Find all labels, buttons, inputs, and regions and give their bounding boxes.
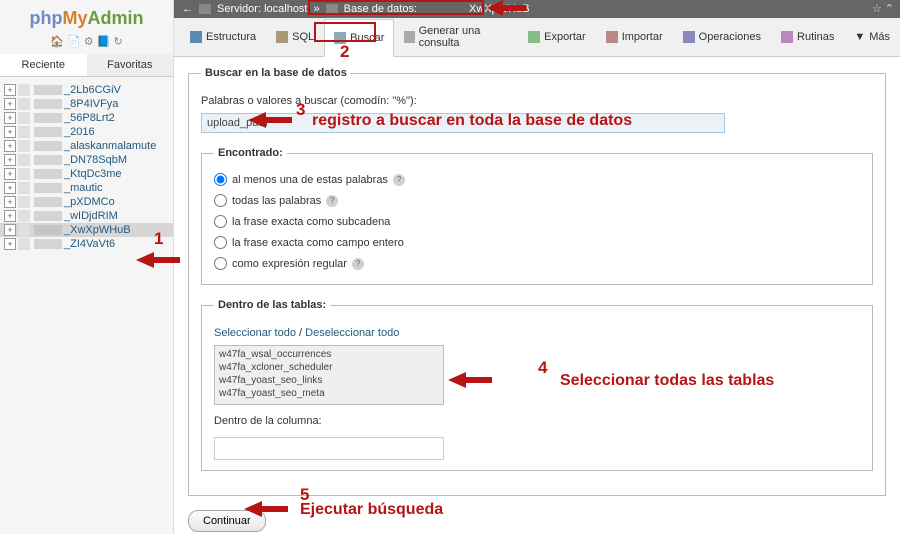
database-icon: [326, 4, 338, 14]
table-option: w47fa_wsal_occurrences: [217, 348, 441, 361]
sql-icon: [276, 31, 288, 43]
collapse-icon[interactable]: ←: [182, 3, 193, 15]
expand-icon[interactable]: +: [4, 140, 16, 152]
search-fieldset: Buscar en la base de datos Palabras o va…: [188, 67, 886, 496]
breadcrumb: ← Servidor: localhost » Base de datos: X…: [174, 0, 900, 18]
tables-legend: Dentro de las tablas:: [214, 299, 330, 311]
expand-icon[interactable]: +: [4, 84, 16, 96]
help-icon[interactable]: ?: [326, 195, 338, 207]
window-icons[interactable]: ☆ ⌃: [872, 2, 894, 15]
tab-export[interactable]: Exportar: [518, 18, 596, 56]
db-label: Base de datos:: [344, 3, 417, 15]
main-panel: ← Servidor: localhost » Base de datos: X…: [174, 0, 900, 534]
sidebar: phpMyAdmin 🏠 📄 ⚙ 📘 ↻ Reciente Favoritas …: [0, 0, 174, 534]
radio-opt5[interactable]: [214, 257, 227, 270]
expand-icon[interactable]: +: [4, 98, 16, 110]
db-item[interactable]: +_2016: [0, 125, 173, 139]
server-icon: [199, 4, 211, 14]
db-item[interactable]: +_pXDMCo: [0, 195, 173, 209]
expand-icon[interactable]: +: [4, 154, 16, 166]
expand-icon[interactable]: +: [4, 168, 16, 180]
query-icon: [404, 31, 414, 43]
tab-query[interactable]: Generar una consulta: [394, 18, 518, 56]
table-option: w47fa_yoast_seo_links: [217, 374, 441, 387]
tab-operations[interactable]: Operaciones: [673, 18, 771, 56]
db-item[interactable]: +_ZI4VaVt6: [0, 237, 173, 251]
toolbar-icons[interactable]: 🏠 📄 ⚙ 📘 ↻: [0, 33, 173, 54]
find-legend: Encontrado:: [214, 147, 287, 159]
server-label[interactable]: Servidor: localhost: [217, 3, 308, 15]
tab-favorites[interactable]: Favoritas: [87, 54, 174, 76]
radio-opt3[interactable]: [214, 215, 227, 228]
search-icon: [334, 32, 346, 44]
logo[interactable]: phpMyAdmin: [0, 0, 173, 33]
chevron-down-icon: ▼: [854, 31, 865, 43]
search-legend: Buscar en la base de datos: [201, 67, 351, 79]
tab-routines[interactable]: Rutinas: [771, 18, 844, 56]
search-input[interactable]: [201, 113, 725, 133]
tables-fieldset: Dentro de las tablas: Seleccionar todo /…: [201, 299, 873, 471]
expand-icon[interactable]: +: [4, 224, 16, 236]
expand-icon[interactable]: +: [4, 196, 16, 208]
db-item[interactable]: +_8P4IVFya: [0, 97, 173, 111]
expand-icon[interactable]: +: [4, 238, 16, 250]
deselect-all-link[interactable]: Deseleccionar todo: [305, 327, 399, 339]
routines-icon: [781, 31, 793, 43]
radio-opt2[interactable]: [214, 194, 227, 207]
table-option: w47fa_xcloner_scheduler: [217, 361, 441, 374]
help-icon[interactable]: ?: [352, 258, 364, 270]
tab-more[interactable]: ▼ Más: [844, 18, 900, 56]
db-item[interactable]: +_mautic: [0, 181, 173, 195]
expand-icon[interactable]: +: [4, 182, 16, 194]
tab-sql[interactable]: SQL: [266, 18, 324, 56]
operations-icon: [683, 31, 695, 43]
tab-recent[interactable]: Reciente: [0, 54, 87, 76]
db-item[interactable]: +_wIDjdRIM: [0, 209, 173, 223]
select-all-link[interactable]: Seleccionar todo: [214, 327, 296, 339]
column-label: Dentro de la columna:: [214, 415, 860, 427]
db-item[interactable]: +_DN78SqbM: [0, 153, 173, 167]
expand-icon[interactable]: +: [4, 210, 16, 222]
submit-button[interactable]: Continuar: [188, 510, 266, 532]
db-item[interactable]: +_2Lb6CGiV: [0, 83, 173, 97]
structure-icon: [190, 31, 202, 43]
export-icon: [528, 31, 540, 43]
help-icon[interactable]: ?: [393, 174, 405, 186]
db-item[interactable]: +_alaskanmalamute: [0, 139, 173, 153]
search-prompt: Palabras o valores a buscar (comodín: "%…: [201, 95, 873, 107]
tabs: Estructura SQL Buscar Generar una consul…: [174, 18, 900, 57]
import-icon: [606, 31, 618, 43]
radio-opt1[interactable]: [214, 173, 227, 186]
tab-structure[interactable]: Estructura: [180, 18, 266, 56]
db-item[interactable]: +_56P8Lrt2: [0, 111, 173, 125]
tab-import[interactable]: Importar: [596, 18, 673, 56]
db-item-selected[interactable]: +_XwXpWHuB: [0, 223, 173, 237]
database-list: +_2Lb6CGiV +_8P4IVFya +_56P8Lrt2 +_2016 …: [0, 77, 173, 534]
radio-opt4[interactable]: [214, 236, 227, 249]
expand-icon[interactable]: +: [4, 112, 16, 124]
find-fieldset: Encontrado: al menos una de estas palabr…: [201, 147, 873, 285]
column-input[interactable]: [214, 437, 444, 460]
db-name[interactable]: XwXpWHuB: [469, 3, 530, 15]
db-item[interactable]: +_KtqDc3me: [0, 167, 173, 181]
expand-icon[interactable]: +: [4, 126, 16, 138]
table-option: w47fa_yoast_seo_meta: [217, 387, 441, 400]
table-select[interactable]: w47fa_wsal_occurrences w47fa_xcloner_sch…: [214, 345, 444, 405]
tab-search[interactable]: Buscar: [324, 19, 394, 57]
